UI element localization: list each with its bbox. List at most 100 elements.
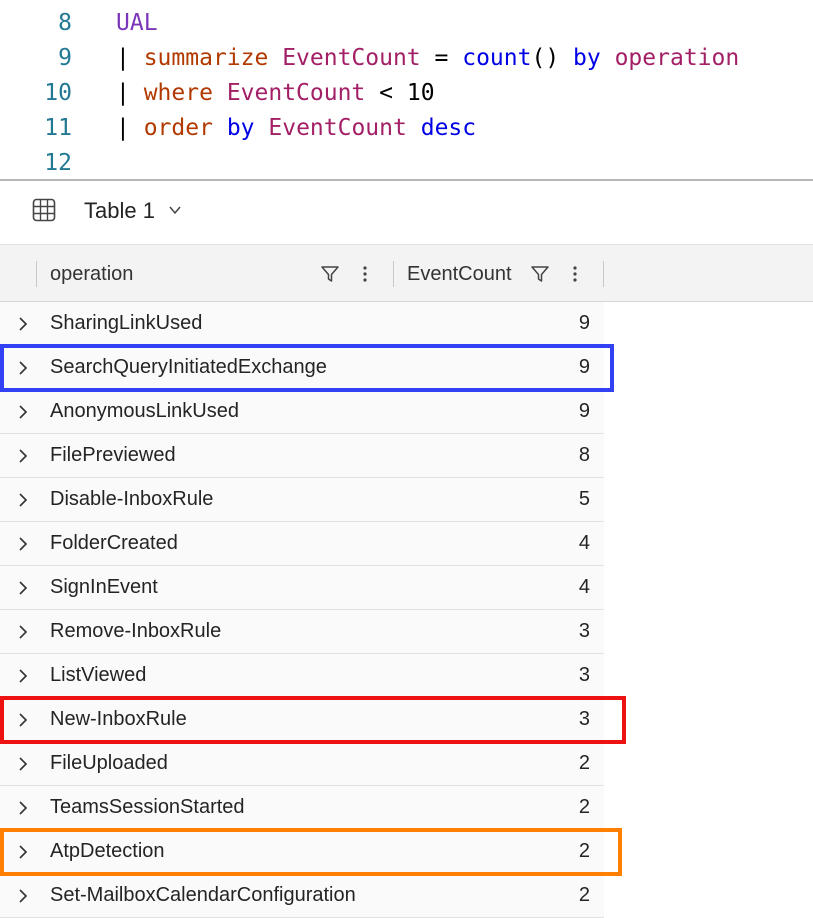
cell-operation: SharingLinkUsed	[50, 312, 203, 334]
chevron-right-icon[interactable]	[16, 448, 30, 464]
cell-eventcount: 2	[578, 752, 590, 774]
chevron-right-icon[interactable]	[16, 668, 30, 684]
cell-operation: Remove-InboxRule	[50, 620, 222, 642]
code-line[interactable]: 10 | where EventCount < 10	[0, 76, 813, 111]
chevron-right-icon[interactable]	[16, 800, 30, 816]
code-token: desc	[420, 115, 477, 141]
line-number: 11	[44, 115, 72, 141]
chevron-right-icon[interactable]	[16, 404, 30, 420]
column-separator[interactable]	[603, 261, 604, 287]
table-row[interactable]: AnonymousLinkUsed 9	[0, 390, 604, 434]
column-separator[interactable]	[393, 261, 394, 287]
table-row[interactable]: FilePreviewed 8	[0, 434, 604, 478]
table-row[interactable]: FolderCreated 4	[0, 522, 604, 566]
more-vertical-icon[interactable]	[355, 264, 375, 284]
table-row[interactable]: Disable-InboxRule 5	[0, 478, 604, 522]
cell-operation: Disable-InboxRule	[50, 488, 214, 510]
code-token: order	[143, 115, 213, 141]
cell-eventcount: 9	[578, 400, 590, 422]
code-text[interactable]: | where EventCount < 10	[116, 76, 435, 111]
table-row[interactable]: FileUploaded 2	[0, 742, 604, 786]
code-token: =	[420, 45, 463, 71]
chevron-right-icon[interactable]	[16, 360, 30, 376]
cell-operation: FilePreviewed	[50, 444, 176, 466]
table-row[interactable]: New-InboxRule 3	[0, 698, 604, 742]
cell-eventcount: 4	[578, 532, 590, 554]
chevron-right-icon[interactable]	[16, 580, 30, 596]
table-row[interactable]: SignInEvent 4	[0, 566, 604, 610]
chevron-right-icon[interactable]	[16, 756, 30, 772]
code-token: <	[365, 80, 407, 106]
chevron-right-icon[interactable]	[16, 536, 30, 552]
code-text[interactable]: UAL	[116, 6, 158, 41]
code-token: 10	[406, 80, 435, 106]
line-number: 10	[44, 80, 72, 106]
results-toolbar: Table 1	[0, 181, 813, 244]
cell-eventcount: 8	[578, 444, 590, 466]
table-row[interactable]: SearchQueryInitiatedExchange 9	[0, 346, 604, 390]
table-row[interactable]: AtpDetection 2	[0, 830, 604, 874]
code-token: ()	[531, 45, 574, 71]
cell-eventcount: 2	[578, 840, 590, 862]
cell-eventcount: 9	[578, 312, 590, 334]
code-token: by	[226, 115, 255, 141]
line-number: 9	[58, 45, 72, 71]
cell-operation: FolderCreated	[50, 532, 178, 554]
cell-eventcount: 5	[578, 488, 590, 510]
results-grid-body: SharingLinkUsed 9 SearchQueryInitiatedExch…	[0, 302, 604, 918]
more-vertical-icon[interactable]	[565, 264, 585, 284]
code-line[interactable]: 8 UAL	[0, 6, 813, 41]
line-number: 12	[44, 150, 72, 176]
table-row[interactable]: ListViewed 3	[0, 654, 604, 698]
cell-operation: FileUploaded	[50, 752, 168, 774]
query-editor[interactable]: 8 UAL 9 | summarize EventCount = count() by…	[0, 0, 813, 180]
cell-eventcount: 3	[578, 620, 590, 642]
chevron-right-icon[interactable]	[16, 888, 30, 904]
code-token: where	[143, 80, 213, 106]
results-tab-title[interactable]: Table 1	[84, 197, 155, 225]
table-row[interactable]: Set-MailboxCalendarConfiguration 2	[0, 874, 604, 918]
column-separator[interactable]	[36, 261, 37, 287]
code-text[interactable]: | summarize EventCount = count() by oper…	[116, 41, 739, 76]
filter-icon[interactable]	[530, 264, 550, 284]
code-token: |	[116, 80, 144, 106]
code-line[interactable]: 11 | order by EventCount desc	[0, 111, 813, 146]
column-header-eventcount[interactable]: EventCount	[407, 262, 512, 286]
cell-eventcount: 2	[578, 796, 590, 818]
table-row[interactable]: TeamsSessionStarted 2	[0, 786, 604, 830]
chevron-right-icon[interactable]	[16, 712, 30, 728]
code-token: EventCount	[226, 80, 366, 106]
code-text[interactable]: | order by EventCount desc	[116, 111, 476, 146]
cell-operation: ListViewed	[50, 664, 147, 686]
code-token: operation	[614, 45, 740, 71]
grid-header: operation EventCount	[0, 244, 813, 302]
column-header-operation[interactable]: operation	[50, 262, 133, 286]
chevron-right-icon[interactable]	[16, 316, 30, 332]
chevron-right-icon[interactable]	[16, 624, 30, 640]
code-line[interactable]: 12	[0, 146, 813, 181]
code-token: summarize	[143, 45, 269, 71]
code-line[interactable]: 9 | summarize EventCount = count() by ope…	[0, 41, 813, 76]
table-row[interactable]: SharingLinkUsed 9	[0, 302, 604, 346]
code-token: EventCount	[268, 115, 407, 141]
filter-icon[interactable]	[320, 264, 340, 284]
code-token: |	[116, 45, 144, 71]
table-grid-icon	[32, 198, 56, 222]
cell-eventcount: 9	[578, 356, 590, 378]
cell-eventcount: 4	[578, 576, 590, 598]
code-token: UAL	[116, 10, 158, 36]
cell-eventcount: 3	[578, 708, 590, 730]
code-token: EventCount	[282, 45, 421, 71]
chevron-right-icon[interactable]	[16, 844, 30, 860]
cell-operation: SignInEvent	[50, 576, 158, 598]
cell-operation: AtpDetection	[50, 840, 165, 862]
chevron-right-icon[interactable]	[16, 492, 30, 508]
table-row[interactable]: Remove-InboxRule 3	[0, 610, 604, 654]
chevron-down-icon[interactable]	[168, 203, 182, 217]
